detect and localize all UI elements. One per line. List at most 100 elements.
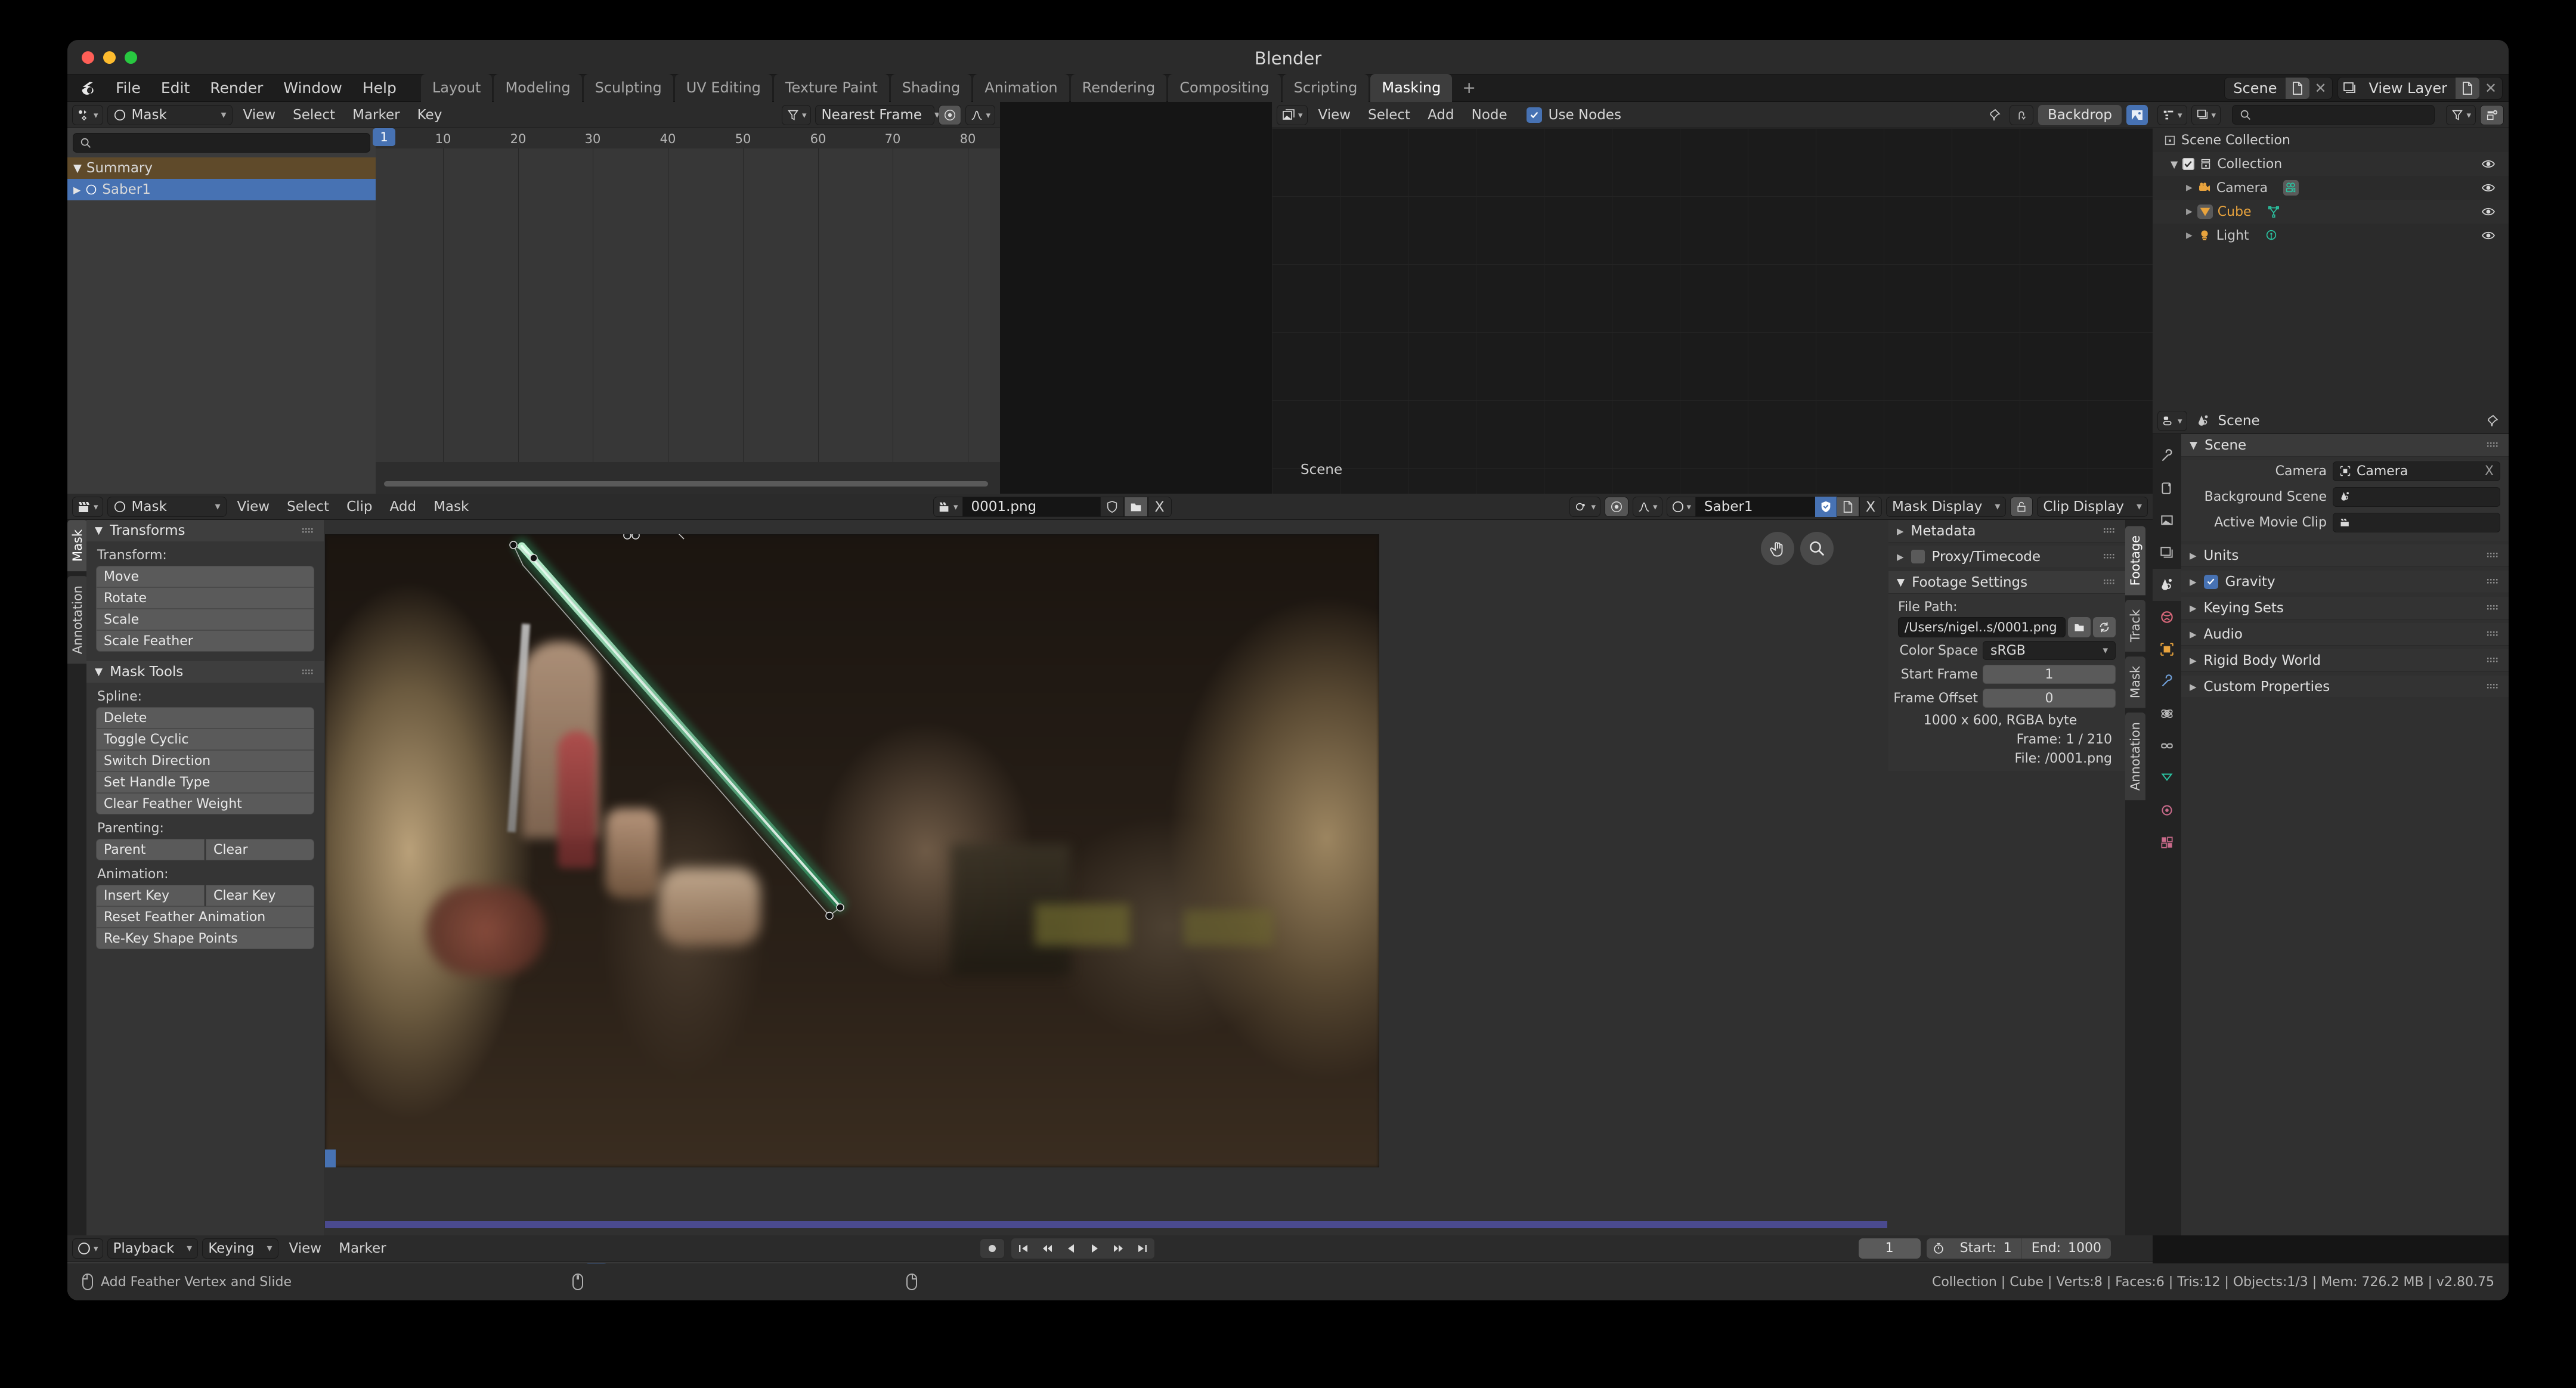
properties-panel-keying-sets[interactable]: ▶ Keying Sets <box>2181 597 2509 619</box>
properties-tab-world[interactable] <box>2153 601 2181 633</box>
zoom-icon[interactable] <box>1800 532 1834 565</box>
clip-menu-clip[interactable]: Clip <box>340 499 379 515</box>
folder-icon[interactable] <box>1123 496 1148 517</box>
outliner-row-light[interactable]: ▶ Light <box>2153 224 2509 247</box>
tool-scale-feather-button[interactable]: Scale Feather <box>96 630 314 652</box>
node-menu-node[interactable]: Node <box>1465 107 1514 123</box>
properties-tab-data[interactable] <box>2153 762 2181 794</box>
editor-type-button-outliner[interactable]: ▾ <box>2157 104 2187 125</box>
dopesheet-menu-key[interactable]: Key <box>411 107 449 123</box>
dopesheet-menu-marker[interactable]: Marker <box>346 107 407 123</box>
scene-selector[interactable]: Scene ✕ <box>2224 77 2333 100</box>
new-collection-icon[interactable] <box>2480 104 2504 125</box>
pin-icon[interactable] <box>2485 414 2499 428</box>
properties-tab-constraint[interactable] <box>2153 730 2181 762</box>
pivot-point-selector[interactable]: ▾ <box>1569 496 1600 517</box>
jump-to-keyframe-prev-icon[interactable] <box>1035 1238 1059 1259</box>
sidebar-tab-annotation[interactable]: Annotation <box>2125 712 2145 801</box>
spline-set-handle-type-button[interactable]: Set Handle Type <box>96 772 314 793</box>
proportional-edit-toggle[interactable] <box>939 104 962 125</box>
outliner-row-scene-collection[interactable]: Scene Collection <box>2153 128 2509 152</box>
tool-rotate-button[interactable]: Rotate <box>96 587 314 609</box>
menu-help[interactable]: Help <box>352 76 407 100</box>
clip-menu-mask[interactable]: Mask <box>427 499 475 515</box>
outliner-row-camera[interactable]: ▶ Camera <box>2153 176 2509 200</box>
clip-canvas[interactable] <box>324 520 1888 1235</box>
proxy-checkbox[interactable] <box>1911 550 1925 563</box>
properties-tab-material[interactable] <box>2153 794 2181 826</box>
properties-panel-gravity[interactable]: ▶ Gravity <box>2181 571 2509 593</box>
properties-panel-rigid-body-world[interactable]: ▶ Rigid Body World <box>2181 649 2509 672</box>
channel-row-saber1[interactable]: ▶ Saber1 <box>67 179 376 200</box>
properties-tab-texture[interactable] <box>2153 826 2181 859</box>
workspace-tab-uv-editing[interactable]: UV Editing <box>674 73 772 103</box>
jump-to-keyframe-next-icon[interactable] <box>1107 1238 1131 1259</box>
active-movie-clip-field[interactable] <box>2333 512 2500 532</box>
clear-key-button[interactable]: Clear Key <box>206 885 314 906</box>
current-frame-field[interactable]: 1 <box>1858 1238 1921 1259</box>
grab-icon[interactable] <box>1761 532 1794 565</box>
footage-image[interactable] <box>325 534 1379 1167</box>
end-frame-control[interactable]: End: 1000 <box>2021 1238 2111 1259</box>
outliner-search-input[interactable] <box>2232 105 2435 125</box>
properties-tab-output[interactable] <box>2153 504 2181 537</box>
properties-tab-render[interactable] <box>2153 472 2181 504</box>
editor-type-button-clip[interactable]: ▾ <box>72 496 103 517</box>
outliner-row-cube[interactable]: ▶ Cube <box>2153 200 2509 224</box>
file-path-field[interactable]: /Users/nigel..s/0001.png <box>1898 617 2066 637</box>
gravity-checkbox[interactable] <box>2203 574 2218 589</box>
spline-switch-direction-button[interactable]: Switch Direction <box>96 750 314 772</box>
properties-tab-physics[interactable] <box>2153 698 2181 730</box>
sidebar-tab-track[interactable]: Track <box>2125 600 2145 652</box>
dopesheet-playhead[interactable]: 1 <box>373 128 395 146</box>
spline-toggle-cyclic-button[interactable]: Toggle Cyclic <box>96 729 314 750</box>
dopesheet-filter-button[interactable]: ▾ <box>781 104 812 125</box>
visibility-eye-icon[interactable] <box>2481 157 2496 171</box>
unlink-scene-button[interactable]: ✕ <box>2309 78 2332 99</box>
re-key-shape-points-button[interactable]: Re-Key Shape Points <box>96 928 314 949</box>
start-frame-control[interactable]: Start: 1 <box>1950 1238 2021 1259</box>
reset-feather-animation-button[interactable]: Reset Feather Animation <box>96 906 314 928</box>
keying-popover[interactable]: Keying ▾ <box>202 1238 278 1259</box>
properties-tab-scene[interactable] <box>2153 569 2181 601</box>
properties-tab-tool[interactable] <box>2153 440 2181 472</box>
clear-camera-button[interactable]: X <box>2485 464 2494 479</box>
workspace-tab-animation[interactable]: Animation <box>973 73 1069 103</box>
clip-browse-button[interactable]: ▾ <box>933 496 963 517</box>
panel-mask-tools[interactable]: ▼ Mask Tools <box>86 661 324 683</box>
playback-popover[interactable]: Playback ▾ <box>107 1238 199 1259</box>
sidebar-tab-mask[interactable]: Mask <box>2125 656 2145 708</box>
camera-data-icon[interactable] <box>2283 180 2299 196</box>
jump-to-start-icon[interactable] <box>1011 1238 1035 1259</box>
camera-field[interactable]: Camera X <box>2333 461 2500 481</box>
properties-tab-view-layer[interactable] <box>2153 537 2181 569</box>
reload-icon[interactable] <box>2093 617 2116 637</box>
parent-button[interactable]: Parent <box>96 839 205 860</box>
unlock-icon[interactable] <box>2010 496 2033 517</box>
node-menu-add[interactable]: Add <box>1421 107 1461 123</box>
duplicate-icon[interactable] <box>1837 496 1860 517</box>
editor-type-button-compositor[interactable]: ▾ <box>1277 104 1308 125</box>
use-preview-range-icon[interactable] <box>1926 1238 1950 1259</box>
visibility-eye-icon[interactable] <box>2481 181 2496 195</box>
editor-type-button-dopesheet[interactable]: ▾ <box>72 104 103 125</box>
folder-icon[interactable] <box>2068 617 2091 637</box>
workspace-tab-compositing[interactable]: Compositing <box>1168 73 1281 103</box>
editor-type-button-timeline[interactable]: ▾ <box>72 1238 103 1259</box>
menu-file[interactable]: File <box>106 76 151 100</box>
clip-tab-mask[interactable]: Mask <box>67 520 88 572</box>
properties-panel-audio[interactable]: ▶ Audio <box>2181 623 2509 646</box>
menu-render[interactable]: Render <box>200 76 273 100</box>
new-view-layer-button[interactable] <box>2456 78 2479 99</box>
workspace-tab-shading[interactable]: Shading <box>890 73 972 103</box>
panel-transforms[interactable]: ▼ Transforms <box>86 520 324 541</box>
visibility-eye-icon[interactable] <box>2481 228 2496 243</box>
mask-display-popover[interactable]: Mask Display ▾ <box>1886 496 2007 517</box>
outliner-filter-button[interactable]: ▾ <box>2446 104 2476 125</box>
timeline-menu-marker[interactable]: Marker <box>332 1241 393 1256</box>
workspace-tab-texture-paint[interactable]: Texture Paint <box>773 73 889 103</box>
outliner-row-collection[interactable]: ▼ Collection <box>2153 152 2509 176</box>
clip-tab-annotation[interactable]: Annotation <box>67 576 88 664</box>
jump-to-end-icon[interactable] <box>1131 1238 1154 1259</box>
frame-offset-field[interactable]: 0 <box>1983 689 2116 708</box>
